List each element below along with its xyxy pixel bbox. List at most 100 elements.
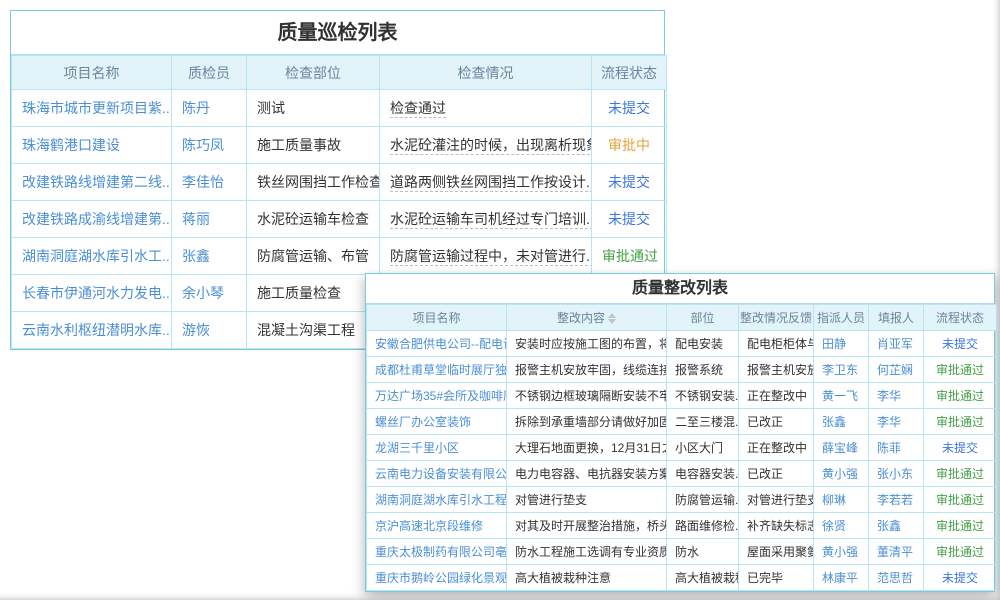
part-text: 路面维修检... xyxy=(675,519,739,533)
project-name-link[interactable]: 万达广场35#会所及咖啡厅空... xyxy=(375,389,507,403)
assignee-link[interactable]: 张鑫 xyxy=(822,415,846,429)
col-header-rectify-content[interactable]: 整改内容 xyxy=(507,305,667,331)
rectify-content-text: 高大植被栽种注意 xyxy=(515,571,611,585)
project-name-link[interactable]: 改建铁路线增建第二线... xyxy=(22,174,172,190)
project-name-link[interactable]: 龙湖三千里小区 xyxy=(375,441,459,455)
col-header-flow-status: 流程状态 xyxy=(592,56,667,90)
part-text: 防腐管运输... xyxy=(675,493,739,507)
flow-status-text: 审批通过 xyxy=(936,545,984,559)
inspector-link[interactable]: 陈丹 xyxy=(182,100,210,116)
rectify-content-text: 报警主机安放牢固，线缆连接... xyxy=(515,363,667,377)
rectify-content-text: 安装时应按施工图的布置，将... xyxy=(515,337,667,351)
flow-status-text: 未提交 xyxy=(608,100,650,116)
rectification-table-row: 龙湖三千里小区 大理石地面更换，12月31日之... 小区大门 正在整改中 薛宝… xyxy=(367,435,997,461)
rectification-table-row: 重庆市鹅岭公园绿化景观提升... 高大植被栽种注意 高大植被栽种 已完毕 林康平… xyxy=(367,565,997,591)
assignee-link[interactable]: 林康平 xyxy=(822,571,858,585)
inspector-link[interactable]: 李佳怡 xyxy=(182,174,224,190)
assignee-link[interactable]: 薛宝峰 xyxy=(822,441,858,455)
part-text: 高大植被栽种 xyxy=(675,571,739,585)
project-name-link[interactable]: 重庆太极制药有限公司亳州中... xyxy=(375,545,507,559)
rectify-content-text: 对其及时开展整治措施，桥头... xyxy=(515,519,667,533)
flow-status-text: 未提交 xyxy=(942,441,978,455)
col-header-part: 部位 xyxy=(667,305,739,331)
feedback-text: 报警主机安放... xyxy=(747,363,814,377)
rectification-header-row: 项目名称 整改内容 部位 整改情况反馈 指派人员 填报人 流程状态 xyxy=(367,305,997,331)
rectify-content-text: 大理石地面更换，12月31日之... xyxy=(515,441,667,455)
feedback-text: 正在整改中 xyxy=(747,389,807,403)
project-name-link[interactable]: 长春市伊通河水力发电... xyxy=(22,285,172,301)
feedback-text: 屋面采用聚氨... xyxy=(747,545,814,559)
assignee-link[interactable]: 田静 xyxy=(822,337,846,351)
reporter-link[interactable]: 何芷娴 xyxy=(877,363,913,377)
inspector-link[interactable]: 余小琴 xyxy=(182,285,224,301)
project-name-link[interactable]: 云南水利枢纽潜明水库... xyxy=(22,322,172,338)
rectify-content-text: 拆除到承重墙部分请做好加固... xyxy=(515,415,667,429)
inspector-link[interactable]: 陈巧凤 xyxy=(182,137,224,153)
feedback-text: 对管进行垫支 xyxy=(747,493,814,507)
inspector-link[interactable]: 游恢 xyxy=(182,322,210,338)
rectify-content-text: 电力电容器、电抗器安装方案,... xyxy=(515,467,667,481)
rectify-content-label: 整改内容 xyxy=(557,311,605,325)
inspection-header-row: 项目名称 质检员 检查部位 检查情况 流程状态 xyxy=(12,56,667,90)
reporter-link[interactable]: 张小东 xyxy=(877,467,913,481)
flow-status-text: 未提交 xyxy=(942,337,978,351)
flow-status-text: 审批通过 xyxy=(602,248,658,264)
col-header-project-name: 项目名称 xyxy=(12,56,172,90)
rectification-table: 项目名称 整改内容 部位 整改情况反馈 指派人员 填报人 流程状态 安徽合肥供电… xyxy=(366,304,997,591)
col-header-flow-status: 流程状态 xyxy=(924,305,997,331)
col-header-project-name: 项目名称 xyxy=(367,305,507,331)
inspector-link[interactable]: 蒋丽 xyxy=(182,211,210,227)
project-name-link[interactable]: 珠海市城市更新项目紫... xyxy=(22,100,172,116)
project-name-link[interactable]: 改建铁路成渝线增建第... xyxy=(22,211,172,227)
inspection-table-row: 湖南洞庭湖水库引水工... 张鑫 防腐管运输、布管 防腐管运输过程中，未对管进行… xyxy=(12,238,667,275)
assignee-link[interactable]: 黄一飞 xyxy=(822,389,858,403)
flow-status-text: 审批通过 xyxy=(936,493,984,507)
project-name-link[interactable]: 成都杜甫草堂临时展厅独立展... xyxy=(375,363,507,377)
rectification-table-row: 云南电力设备安装有限公司20... 电力电容器、电抗器安装方案,... 电容器安… xyxy=(367,461,997,487)
flow-status-text: 审批通过 xyxy=(936,519,984,533)
project-name-link[interactable]: 京沪高速北京段维修 xyxy=(375,519,483,533)
inspection-table-title: 质量巡检列表 xyxy=(11,11,664,55)
rectification-table-row: 湖南洞庭湖水库引水工程施工1标 对管进行垫支 防腐管运输... 对管进行垫支 柳… xyxy=(367,487,997,513)
inspector-link[interactable]: 张鑫 xyxy=(182,248,210,264)
feedback-text: 已改正 xyxy=(747,415,783,429)
reporter-link[interactable]: 张鑫 xyxy=(877,519,901,533)
col-header-inspect-result: 检查情况 xyxy=(380,56,592,90)
reporter-link[interactable]: 肖亚军 xyxy=(877,337,913,351)
inspection-table-row: 改建铁路成渝线增建第... 蒋丽 水泥砼运输车检查 水泥砼运输车司机经过专门培训… xyxy=(12,201,667,238)
assignee-link[interactable]: 黄小强 xyxy=(822,467,858,481)
rectify-content-text: 防水工程施工选调有专业资质... xyxy=(515,545,667,559)
reporter-link[interactable]: 李若若 xyxy=(877,493,913,507)
reporter-link[interactable]: 陈菲 xyxy=(877,441,901,455)
project-name-link[interactable]: 珠海鹤港口建设 xyxy=(22,137,120,153)
project-name-link[interactable]: 安徽合肥供电公司--配电设备... xyxy=(375,337,507,351)
inspect-result-text: 水泥砼灌注的时候，出现离析现象 xyxy=(390,137,592,155)
assignee-link[interactable]: 徐贤 xyxy=(822,519,846,533)
project-name-link[interactable]: 云南电力设备安装有限公司20... xyxy=(375,467,507,481)
project-name-link[interactable]: 湖南洞庭湖水库引水工程施工1标 xyxy=(375,493,507,507)
part-text: 配电安装 xyxy=(675,337,723,351)
assignee-link[interactable]: 柳琳 xyxy=(822,493,846,507)
part-text: 不锈钢安装... xyxy=(675,389,739,403)
rectification-table-row: 安徽合肥供电公司--配电设备... 安装时应按施工图的布置，将... 配电安装 … xyxy=(367,331,997,357)
rectification-table-row: 成都杜甫草堂临时展厅独立展... 报警主机安放牢固，线缆连接... 报警系统 报… xyxy=(367,357,997,383)
assignee-link[interactable]: 黄小强 xyxy=(822,545,858,559)
flow-status-text: 未提交 xyxy=(608,211,650,227)
sort-icon[interactable] xyxy=(608,313,616,324)
inspect-result-text: 检查通过 xyxy=(390,100,446,118)
project-name-link[interactable]: 湖南洞庭湖水库引水工... xyxy=(22,248,172,264)
project-name-link[interactable]: 重庆市鹅岭公园绿化景观提升... xyxy=(375,571,507,585)
part-text: 报警系统 xyxy=(675,363,723,377)
reporter-link[interactable]: 范思哲 xyxy=(877,571,913,585)
feedback-text: 正在整改中 xyxy=(747,441,807,455)
reporter-link[interactable]: 李华 xyxy=(877,415,901,429)
flow-status-text: 审批通过 xyxy=(936,363,984,377)
flow-status-text: 未提交 xyxy=(608,174,650,190)
assignee-link[interactable]: 李卫东 xyxy=(822,363,858,377)
inspect-part-text: 混凝土沟渠工程 xyxy=(257,322,355,338)
inspect-result-text: 水泥砼运输车司机经过专门培训... xyxy=(390,211,592,229)
flow-status-text: 审批通过 xyxy=(936,389,984,403)
reporter-link[interactable]: 董清平 xyxy=(877,545,913,559)
reporter-link[interactable]: 李华 xyxy=(877,389,901,403)
project-name-link[interactable]: 螺丝厂办公室装饰 xyxy=(375,415,471,429)
